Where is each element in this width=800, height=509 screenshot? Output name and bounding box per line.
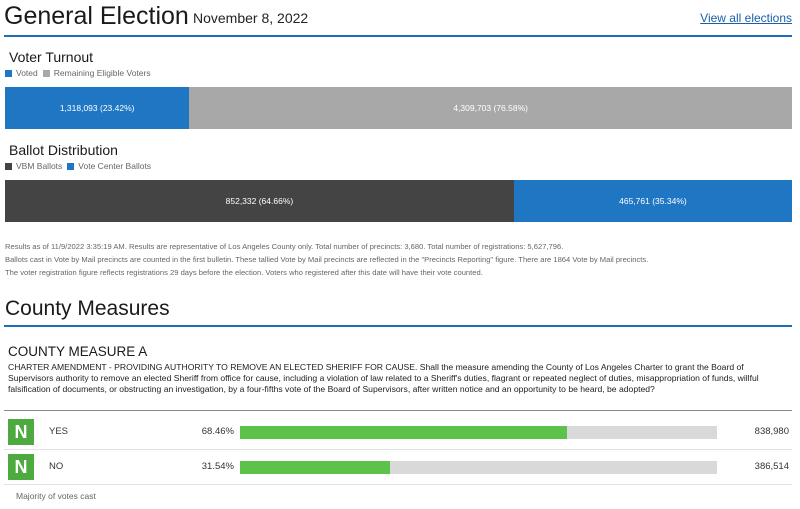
results-note: Ballots cast in Vote by Mail precincts a… [5,255,649,264]
measure-description: CHARTER AMENDMENT - PROVIDING AUTHORITY … [8,362,759,394]
measure-footer: Majority of votes cast [16,491,96,501]
ballot-distribution-title: Ballot Distribution [9,142,118,158]
voter-turnout-legend: Voted Remaining Eligible Voters [5,68,156,78]
measure-divider [4,410,792,411]
legend-swatch-voted [5,69,12,77]
page-header: General Election November 8, 2022 View a… [0,0,800,36]
row-divider [4,449,792,450]
measure-name: COUNTY MEASURE A [8,344,148,359]
page-title: General Election [4,2,189,30]
choice-votes: 386,514 [754,461,789,472]
turnout-segment-remaining: 4,309,703 (76.58%) [189,87,792,129]
voter-turnout-bar: 1,318,093 (23.42%) 4,309,703 (76.58%) [5,87,792,129]
choice-row-yes: N YES 68.46% 838,980 [4,419,792,445]
view-all-elections-link[interactable]: View all elections [700,11,792,25]
distribution-segment-vote-center: 465,761 (35.34%) [513,180,792,222]
row-divider [4,484,792,485]
legend-label-vbm: VBM Ballots [16,161,63,171]
results-note: The voter registration figure reflects r… [5,268,483,277]
legend-label-vote-center: Vote Center Ballots [78,161,152,171]
ballot-distribution-bar: 852,332 (64.66%) 465,761 (35.34%) [5,180,792,222]
results-note: Results as of 11/9/2022 3:35:19 AM. Resu… [5,242,564,251]
results-notes: Results as of 11/9/2022 3:35:19 AM. Resu… [5,240,648,279]
voter-turnout-title: Voter Turnout [9,49,94,65]
legend-label-remaining: Remaining Eligible Voters [53,68,151,78]
choice-percent: 31.54% [201,461,234,472]
county-measures-title: County Measures [5,297,170,320]
legend-swatch-remaining [42,69,50,77]
distribution-segment-vbm: 852,332 (64.66%) [5,180,514,222]
choice-label: NO [49,461,64,472]
election-date: November 8, 2022 [193,10,309,26]
legend-label-voted: Voted [16,68,38,78]
choice-votes: 838,980 [754,426,789,437]
choice-status-badge: N [8,419,34,445]
choice-progress-fill [240,461,391,474]
measures-divider [4,325,792,327]
choice-status-badge: N [8,454,34,480]
choice-progress-fill [240,426,567,439]
choice-progress-track [240,461,717,474]
legend-swatch-vbm [5,162,12,170]
ballot-distribution-legend: VBM Ballots Vote Center Ballots [5,161,156,171]
legend-swatch-vote-center [67,162,75,170]
choice-label: YES [49,426,69,437]
turnout-segment-voted: 1,318,093 (23.42%) [5,87,190,129]
measure-card: COUNTY MEASURE A CHARTER AMENDMENT - PRO… [4,337,792,507]
choice-percent: 68.46% [201,426,234,437]
choice-progress-track [240,426,717,439]
choice-row-no: N NO 31.54% 386,514 [4,454,792,480]
header-divider [4,35,792,37]
